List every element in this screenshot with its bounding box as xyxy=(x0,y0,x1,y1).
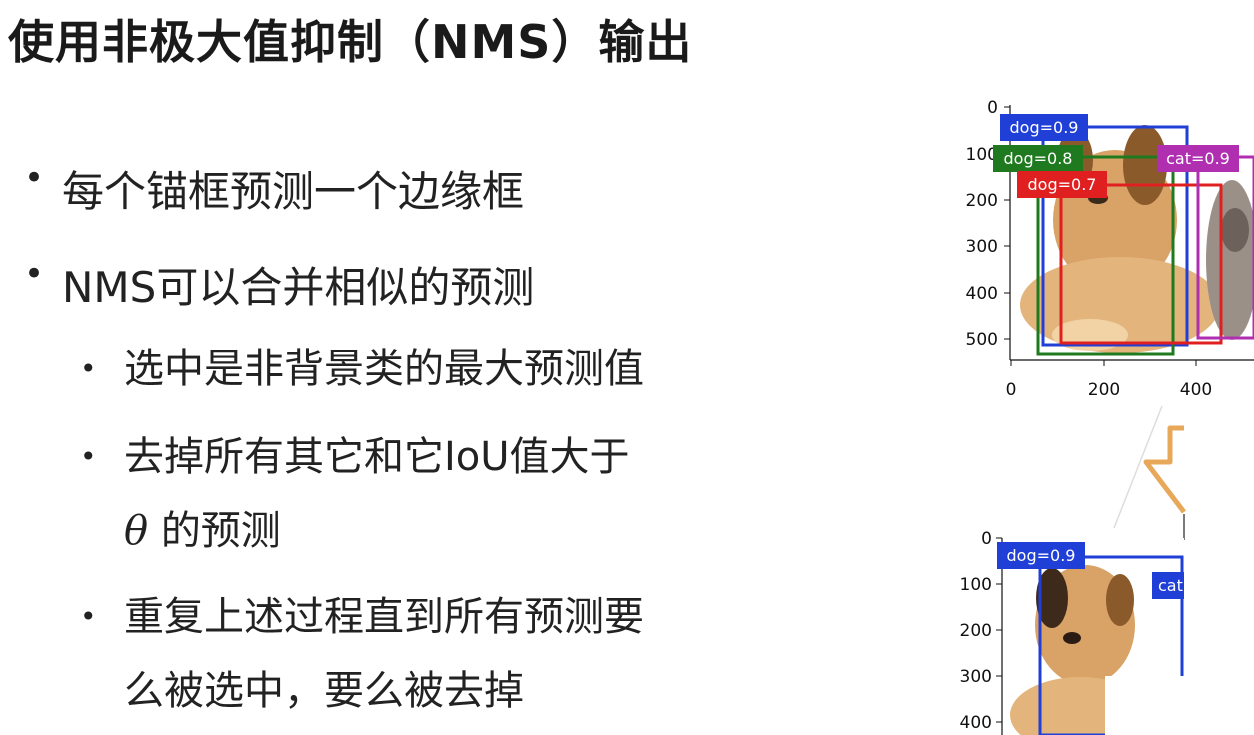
box-label-text: dog=0.9 xyxy=(1007,546,1076,565)
y-tick-label: 400 xyxy=(966,284,998,304)
dog-cat-photo xyxy=(1010,105,1254,360)
box-label-text: cat xyxy=(1158,576,1183,595)
bullet-dot-icon: • xyxy=(80,440,97,473)
y-tick-labels: 0 100 200 300 400 500 xyxy=(966,98,998,350)
y-tick-label: 500 xyxy=(966,330,998,350)
sub-bullet-item: • 选中是非背景类的最大预测值 xyxy=(80,332,644,406)
sub-bullet-text: 重复上述过程直到所有预测要 xyxy=(124,594,644,640)
sub-bullet-text: 选中是非背景类的最大预测值 xyxy=(124,346,644,392)
x-tick-label: 400 xyxy=(1180,380,1212,400)
box-label-text: dog=0.9 xyxy=(1010,118,1079,137)
sub-bullet-text: 的预测 xyxy=(160,508,281,554)
y-tick-label: 200 xyxy=(966,191,998,211)
y-tick-label: 400 xyxy=(960,713,992,733)
box-label-dog-0.8: dog=0.8 xyxy=(993,145,1083,172)
down-arrow-icon xyxy=(1113,405,1186,540)
y-tick-label: 300 xyxy=(966,237,998,257)
bullet-text: NMS可以合并相似的预测 xyxy=(62,263,535,312)
y-tick-labels: 0 100 200 300 400 xyxy=(960,529,992,733)
y-tick-label: 100 xyxy=(960,575,992,595)
x-tick-label: 200 xyxy=(1088,380,1120,400)
sub-bullet-item: • 去掉所有其它和它IoU值大于 θ 的预测 xyxy=(80,420,630,568)
y-tick-label: 0 xyxy=(981,529,992,549)
bullet-dot-icon: • xyxy=(80,600,97,633)
y-tick-label: 0 xyxy=(987,98,998,118)
bullet-dot-icon: • xyxy=(80,352,97,385)
box-label-text: dog=0.8 xyxy=(1004,149,1073,168)
x-tick-label: 0 xyxy=(1006,380,1017,400)
sub-bullet-item: • 重复上述过程直到所有预测要 么被选中，要么被去掉 xyxy=(80,580,644,728)
box-label-dog-0.9: dog=0.9 xyxy=(1000,114,1088,141)
bullet-dot-icon: • xyxy=(24,254,45,294)
x-tick-labels: 0 200 400 xyxy=(1006,380,1213,400)
bullet-dot-icon: • xyxy=(24,158,45,198)
figure-before-nms: 0 100 200 300 400 500 0 200 400 dog=0.9 … xyxy=(966,98,1254,400)
box-label-cat-0.9: cat=0.9 xyxy=(1157,145,1239,172)
box-label-dog-0.7: dog=0.7 xyxy=(1017,171,1107,198)
slide-title: 使用非极大值抑制（NMS）输出 xyxy=(8,15,693,69)
box-label-dog-0.9: dog=0.9 xyxy=(997,542,1085,569)
y-tick-label: 300 xyxy=(960,667,992,687)
bullet-item: • 每个锚框预测一个边缘框 xyxy=(24,158,525,219)
theta-symbol: θ xyxy=(124,508,149,554)
sub-bullet-text: 去掉所有其它和它IoU值大于 xyxy=(124,434,630,480)
bullet-item: • NMS可以合并相似的预测 xyxy=(24,254,535,315)
y-tick-label: 200 xyxy=(960,621,992,641)
sub-bullet-text: 么被选中，要么被去掉 xyxy=(124,668,524,714)
box-label-text: dog=0.7 xyxy=(1028,175,1097,194)
box-label-text: cat=0.9 xyxy=(1166,149,1230,168)
box-label-cat: cat xyxy=(1152,572,1184,599)
bullet-text: 每个锚框预测一个边缘框 xyxy=(62,167,525,216)
blank-area xyxy=(1105,676,1254,735)
